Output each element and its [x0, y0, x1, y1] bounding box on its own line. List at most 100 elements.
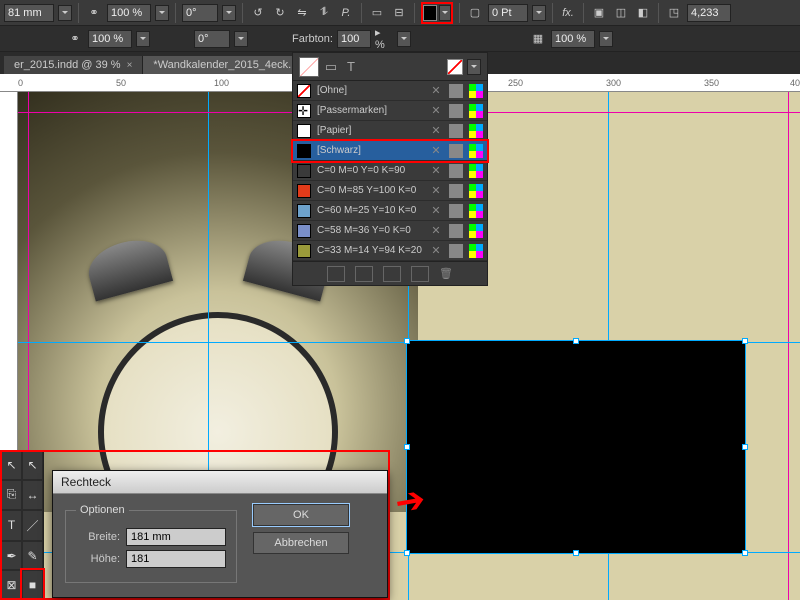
resize-handle[interactable] — [404, 444, 410, 450]
opacity-dd-icon[interactable] — [599, 31, 613, 47]
new-swatch-icon[interactable] — [411, 266, 429, 282]
trash-icon[interactable]: 🗑 — [439, 267, 453, 280]
swatch-label: C=0 M=85 Y=100 K=0 — [317, 185, 423, 196]
scale-x-field[interactable] — [107, 4, 151, 22]
ok-button[interactable]: OK — [253, 504, 349, 526]
align-icon[interactable]: ▭ — [368, 4, 386, 22]
swatch-row[interactable]: [Ohne]✕ — [293, 81, 487, 101]
dialog-width-field[interactable] — [126, 528, 226, 546]
rotation-field[interactable] — [182, 4, 218, 22]
swatch-row[interactable]: C=60 M=25 Y=10 K=0 ✕ — [293, 201, 487, 221]
swatches-footer: 🗑 — [293, 261, 487, 285]
swatch-label: [Schwarz] — [317, 145, 423, 156]
stroke-dd-icon[interactable] — [532, 5, 546, 21]
fx-icon[interactable]: fx. — [559, 4, 577, 22]
resize-handle[interactable] — [742, 338, 748, 344]
cannot-edit-icon: ✕ — [429, 104, 443, 118]
dialog-title: Rechteck — [53, 471, 387, 494]
swatch-label: C=60 M=25 Y=10 K=0 — [317, 205, 423, 216]
resize-handle[interactable] — [742, 444, 748, 450]
resize-handle[interactable] — [573, 550, 579, 556]
color-mode-icon — [469, 164, 483, 178]
corner-icon[interactable]: ◳ — [665, 4, 683, 22]
margin-guide — [788, 92, 789, 600]
color-mode-icon — [469, 224, 483, 238]
width-dropdown-icon[interactable] — [58, 5, 72, 21]
show-gradient-icon[interactable] — [383, 266, 401, 282]
color-type-icon — [449, 84, 463, 98]
dialog-height-field[interactable] — [126, 550, 226, 568]
text-formatting-icon[interactable]: T — [343, 59, 359, 75]
cannot-edit-icon: ✕ — [429, 224, 443, 238]
cannot-edit-icon: ✕ — [429, 124, 443, 138]
farbton-label: Farbton: — [292, 33, 333, 45]
container-formatting-icon[interactable]: ▭ — [323, 59, 339, 75]
fill-proxy-icon[interactable] — [299, 57, 319, 77]
resize-handle[interactable] — [404, 550, 410, 556]
scale-x-dd-icon[interactable] — [155, 5, 169, 21]
cannot-edit-icon: ✕ — [429, 144, 443, 158]
farbton-field[interactable] — [337, 30, 371, 48]
rectangle-frame[interactable] — [406, 340, 746, 554]
show-all-icon[interactable] — [327, 266, 345, 282]
none-swatch-icon[interactable] — [447, 59, 463, 75]
swatches-panel[interactable]: ▭ T [Ohne]✕✛[Passermarken]✕[Papier]✕[Sch… — [292, 52, 488, 286]
swatch-color-icon — [297, 84, 311, 98]
rotate-ccw-icon[interactable]: ↺ — [249, 4, 267, 22]
farbton-dd-icon[interactable] — [397, 31, 411, 47]
flip-h-icon[interactable]: ⇋ — [293, 4, 311, 22]
coord-x-field[interactable] — [687, 4, 731, 22]
fill-swatch-icon[interactable] — [423, 5, 437, 21]
fill-dd-icon[interactable] — [439, 5, 451, 21]
link-2-icon[interactable]: ⚭ — [66, 30, 84, 48]
swatch-row[interactable]: ✛ [Passermarken] ✕ — [293, 101, 487, 121]
cannot-edit-icon: ✕ — [429, 204, 443, 218]
swatch-color-icon: ✛ — [297, 104, 311, 118]
flip-v-icon[interactable]: ⥮ — [315, 4, 333, 22]
width-field[interactable] — [4, 4, 54, 22]
shear-dd-icon[interactable] — [234, 31, 248, 47]
swatch-label: [Ohne] — [317, 85, 423, 96]
distribute-icon[interactable]: ⊟ — [390, 4, 408, 22]
stroke-swatch-icon[interactable]: ▢ — [466, 4, 484, 22]
swatch-row[interactable]: [Schwarz] ✕ — [293, 141, 487, 161]
tab-doc-1[interactable]: er_2015.indd @ 39 %× — [4, 56, 143, 74]
perspective-icon[interactable]: P. — [337, 4, 355, 22]
cancel-button[interactable]: Abbrechen — [253, 532, 349, 554]
scale-y-field[interactable] — [88, 30, 132, 48]
resize-handle[interactable] — [573, 338, 579, 344]
swatch-row[interactable]: [Papier] ✕ — [293, 121, 487, 141]
opacity-icon[interactable]: ▦ — [529, 30, 547, 48]
rotate-cw-icon[interactable]: ↻ — [271, 4, 289, 22]
textwrap-1-icon[interactable]: ▣ — [590, 4, 608, 22]
textwrap-3-icon[interactable]: ◧ — [634, 4, 652, 22]
swatch-label: C=33 M=14 Y=94 K=20 — [317, 245, 423, 256]
show-color-icon[interactable] — [355, 266, 373, 282]
resize-handle[interactable] — [742, 550, 748, 556]
rectangle-dialog: Rechteck Optionen Breite: Höhe: OK Abbre… — [52, 470, 388, 598]
panel-menu-icon[interactable] — [467, 59, 481, 75]
scale-y-dd-icon[interactable] — [136, 31, 150, 47]
swatch-label: [Passermarken] — [317, 105, 423, 116]
opacity-field[interactable] — [551, 30, 595, 48]
stroke-weight-field[interactable] — [488, 4, 528, 22]
swatch-row[interactable]: C=33 M=14 Y=94 K=20✕ — [293, 241, 487, 261]
color-type-icon — [449, 244, 463, 258]
rotation-dd-icon[interactable] — [222, 5, 236, 21]
swatch-row[interactable]: C=58 M=36 Y=0 K=0✕ — [293, 221, 487, 241]
color-mode-icon — [469, 144, 483, 158]
swatch-row[interactable]: C=0 M=85 Y=100 K=0✕ — [293, 181, 487, 201]
close-icon[interactable]: × — [127, 60, 133, 71]
color-mode-icon — [469, 184, 483, 198]
swatch-label: [Papier] — [317, 125, 423, 136]
resize-handle[interactable] — [404, 338, 410, 344]
textwrap-2-icon[interactable]: ◫ — [612, 4, 630, 22]
link-icon[interactable]: ⚭ — [85, 4, 103, 22]
swatch-color-icon — [297, 204, 311, 218]
shear-field[interactable] — [194, 30, 230, 48]
swatch-row[interactable]: C=0 M=0 Y=0 K=90✕ — [293, 161, 487, 181]
color-mode-icon — [469, 84, 483, 98]
color-type-icon — [449, 144, 463, 158]
control-bar-2: ⚭ Farbton: ▸ % ▦ — [0, 26, 800, 52]
swatch-color-icon — [297, 144, 311, 158]
